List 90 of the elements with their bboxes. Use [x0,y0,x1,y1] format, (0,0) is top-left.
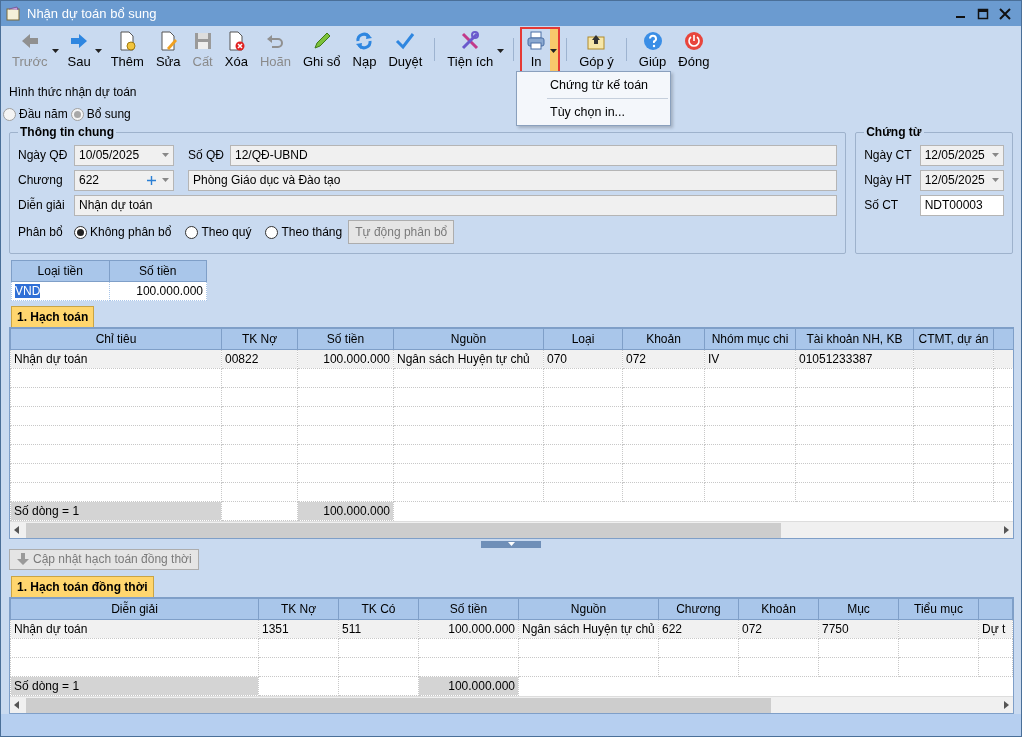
group-title: Thông tin chung [19,125,115,139]
document-delete-icon [226,31,247,51]
tools-icon [460,31,481,51]
toolbar-button[interactable]: Nạp [347,28,382,73]
column-header: Tiểu mục [898,598,979,620]
date-field[interactable]: 12/05/2025 [919,144,1004,166]
horizontal-scrollbar[interactable] [10,696,1013,713]
column-header: Mục [818,598,899,620]
toolbar-button[interactable]: In [521,28,560,73]
document-edit-icon [158,31,179,51]
field-label: Ngày QĐ [18,147,68,164]
toolbar-button[interactable]: Góp ý [574,28,619,73]
column-header: Tài khoản NH, KB [795,328,914,350]
text-field[interactable]: Nhận dự toán [74,194,838,216]
dropdown-caret-icon [162,178,169,182]
scrollbar-thumb[interactable] [26,697,771,713]
toolbar-button[interactable]: Thêm [105,28,149,73]
toolbar-button[interactable]: Đóng [673,28,715,73]
dropdown-caret-icon [94,49,102,53]
column-header: CTMT, dự án [913,328,994,350]
field-label: Số QĐ [188,147,224,164]
toolbar-button[interactable]: Duyệt [383,28,428,73]
toolbar-button[interactable]: Tiện ích [442,28,507,73]
pencil-icon [311,31,332,51]
tab[interactable]: 1. Hạch toán [11,306,95,327]
date-field[interactable]: 12/05/2025 [919,169,1004,191]
toolbar-button[interactable]: Ghi sổ [297,28,346,73]
radio-button[interactable]: Không phân bổ [74,223,172,241]
help-icon [642,31,663,51]
dropdown-caret-icon [992,178,999,182]
dropdown-caret-icon [497,49,505,53]
row-count-cell: Số dòng = 1 [10,501,222,521]
combo-field[interactable]: 622 [74,169,174,191]
horizontal-scrollbar[interactable] [10,521,1013,538]
column-header: Số tiền [297,328,394,350]
text-field[interactable]: 12/QĐ-UBND [230,144,838,166]
table-cell[interactable]: 100.000.000 [109,281,207,301]
refresh-icon [354,31,375,51]
app-icon [5,5,21,22]
window-title: Nhận dự toán bổ sung [27,4,157,23]
field-label: Ngày HT [864,172,913,189]
column-header: Khoản [738,598,819,620]
section-label: Hình thức nhận dự toán [9,84,137,101]
column-header: Số tiền [418,598,519,620]
menu-item[interactable]: Chứng từ kế toán [517,74,670,96]
toolbar-button[interactable]: Xóa [219,28,253,73]
text-field[interactable]: NDT00003 [919,194,1004,216]
menu-item[interactable]: Tùy chọn in... [517,101,670,123]
field-label: Ngày CT [864,147,913,164]
date-field[interactable]: 10/05/2025 [74,144,174,166]
column-header: Nguồn [518,598,659,620]
toolbar-button[interactable]: Sau [62,28,104,73]
column-header: TK Nợ [258,598,339,620]
field-label: Phân bổ [18,224,60,241]
arrow-down-icon [16,552,30,567]
column-header: TK Có [338,598,419,620]
column-header: Chỉ tiêu [10,328,222,350]
tab[interactable]: 1. Hạch toán đồng thời [11,576,154,597]
field-label: Chương [18,172,64,189]
dropdown-caret-icon [162,153,169,157]
table-cell[interactable]: VND [11,281,109,301]
dropdown-caret-icon [51,49,59,53]
column-header: Loại tiền [11,260,109,282]
dropdown-caret-icon [550,49,558,53]
dropdown-caret-icon [992,153,999,157]
group-title: Chứng từ [865,125,923,139]
checkmark-icon [395,31,416,51]
radio-button[interactable]: Theo tháng [265,223,343,241]
field-label: Số CT [864,197,900,214]
field-label: Diễn giải [18,196,66,214]
column-header: Số tiền [109,260,207,282]
column-header: Khoản [622,328,705,350]
scrollbar-thumb[interactable] [26,522,781,538]
toolbar-button[interactable]: Sửa [150,28,186,73]
column-header: Chương [658,598,739,620]
document-add-icon [117,31,138,51]
caret-down-icon [507,542,515,547]
close-icon[interactable] [999,7,1011,20]
column-header: Nhóm mục chi [704,328,796,350]
maximize-icon[interactable] [977,7,989,20]
splitter-handle[interactable] [481,541,541,548]
radio-button[interactable]: Theo quý [185,223,252,241]
column-header: TK Nợ [221,328,298,350]
power-icon [683,31,704,51]
column-header: Nguồn [393,328,544,350]
printer-icon [526,31,547,51]
column-header: Diễn giải [10,598,259,620]
column-header: Loại [543,328,623,350]
plus-icon [147,175,156,185]
text-field[interactable]: Phòng Giáo dục và Đào tạo [188,169,838,191]
